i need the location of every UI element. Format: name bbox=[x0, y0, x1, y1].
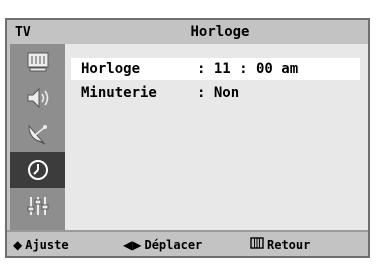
footer-move: ◀▶ Déplacer bbox=[123, 234, 202, 256]
menu-row-value: : 11 : 00 am bbox=[197, 61, 299, 77]
menu-row-label: Minuterie bbox=[81, 85, 157, 101]
up-down-arrows-icon: ◆ bbox=[13, 238, 23, 252]
left-right-arrows-icon: ◀▶ bbox=[123, 238, 142, 252]
menu-row-label: Horloge bbox=[81, 61, 141, 77]
osd-menu: TV Horloge Horloge: 11: 00 am Minuteri… bbox=[5, 18, 370, 258]
source-label: TV bbox=[15, 25, 31, 40]
sidebar-item-clock[interactable] bbox=[10, 152, 65, 188]
sidebar-item-picture[interactable] bbox=[10, 44, 65, 80]
channel-icon bbox=[27, 124, 47, 145]
menu-title: Horloge bbox=[190, 24, 250, 40]
clock-icon bbox=[27, 160, 48, 180]
menu-footer: ◆ Ajuste ◀▶ Déplacer Retour bbox=[7, 230, 368, 256]
menu-row-horloge[interactable]: Horloge : 11 : 00 am bbox=[71, 58, 360, 80]
sidebar-item-sound[interactable] bbox=[10, 80, 65, 116]
tv-screen: TV Horloge Horloge: 11: 00 am Minuteri… bbox=[0, 0, 378, 264]
sidebar-item-setup[interactable] bbox=[10, 188, 65, 224]
sidebar-item-channel[interactable] bbox=[10, 116, 65, 152]
menu-header: TV Horloge bbox=[7, 20, 368, 44]
menu-button-icon bbox=[250, 234, 264, 256]
menu-row-minuterie[interactable]: Minuterie : Non bbox=[71, 82, 360, 104]
sound-icon bbox=[27, 87, 48, 109]
menu-row-value: : Non bbox=[197, 85, 240, 101]
adjust-label: Ajuste bbox=[25, 238, 69, 252]
footer-return: Retour bbox=[250, 234, 310, 256]
picture-icon bbox=[27, 52, 48, 72]
menu-sidebar bbox=[10, 44, 65, 230]
setup-icon bbox=[27, 197, 48, 215]
footer-adjust: ◆ Ajuste bbox=[13, 234, 69, 256]
menu-content: Horloge : 11 : 00 am Minuterie : Non bbox=[65, 44, 368, 230]
return-label: Retour bbox=[267, 238, 311, 252]
move-label: Déplacer bbox=[144, 238, 203, 252]
